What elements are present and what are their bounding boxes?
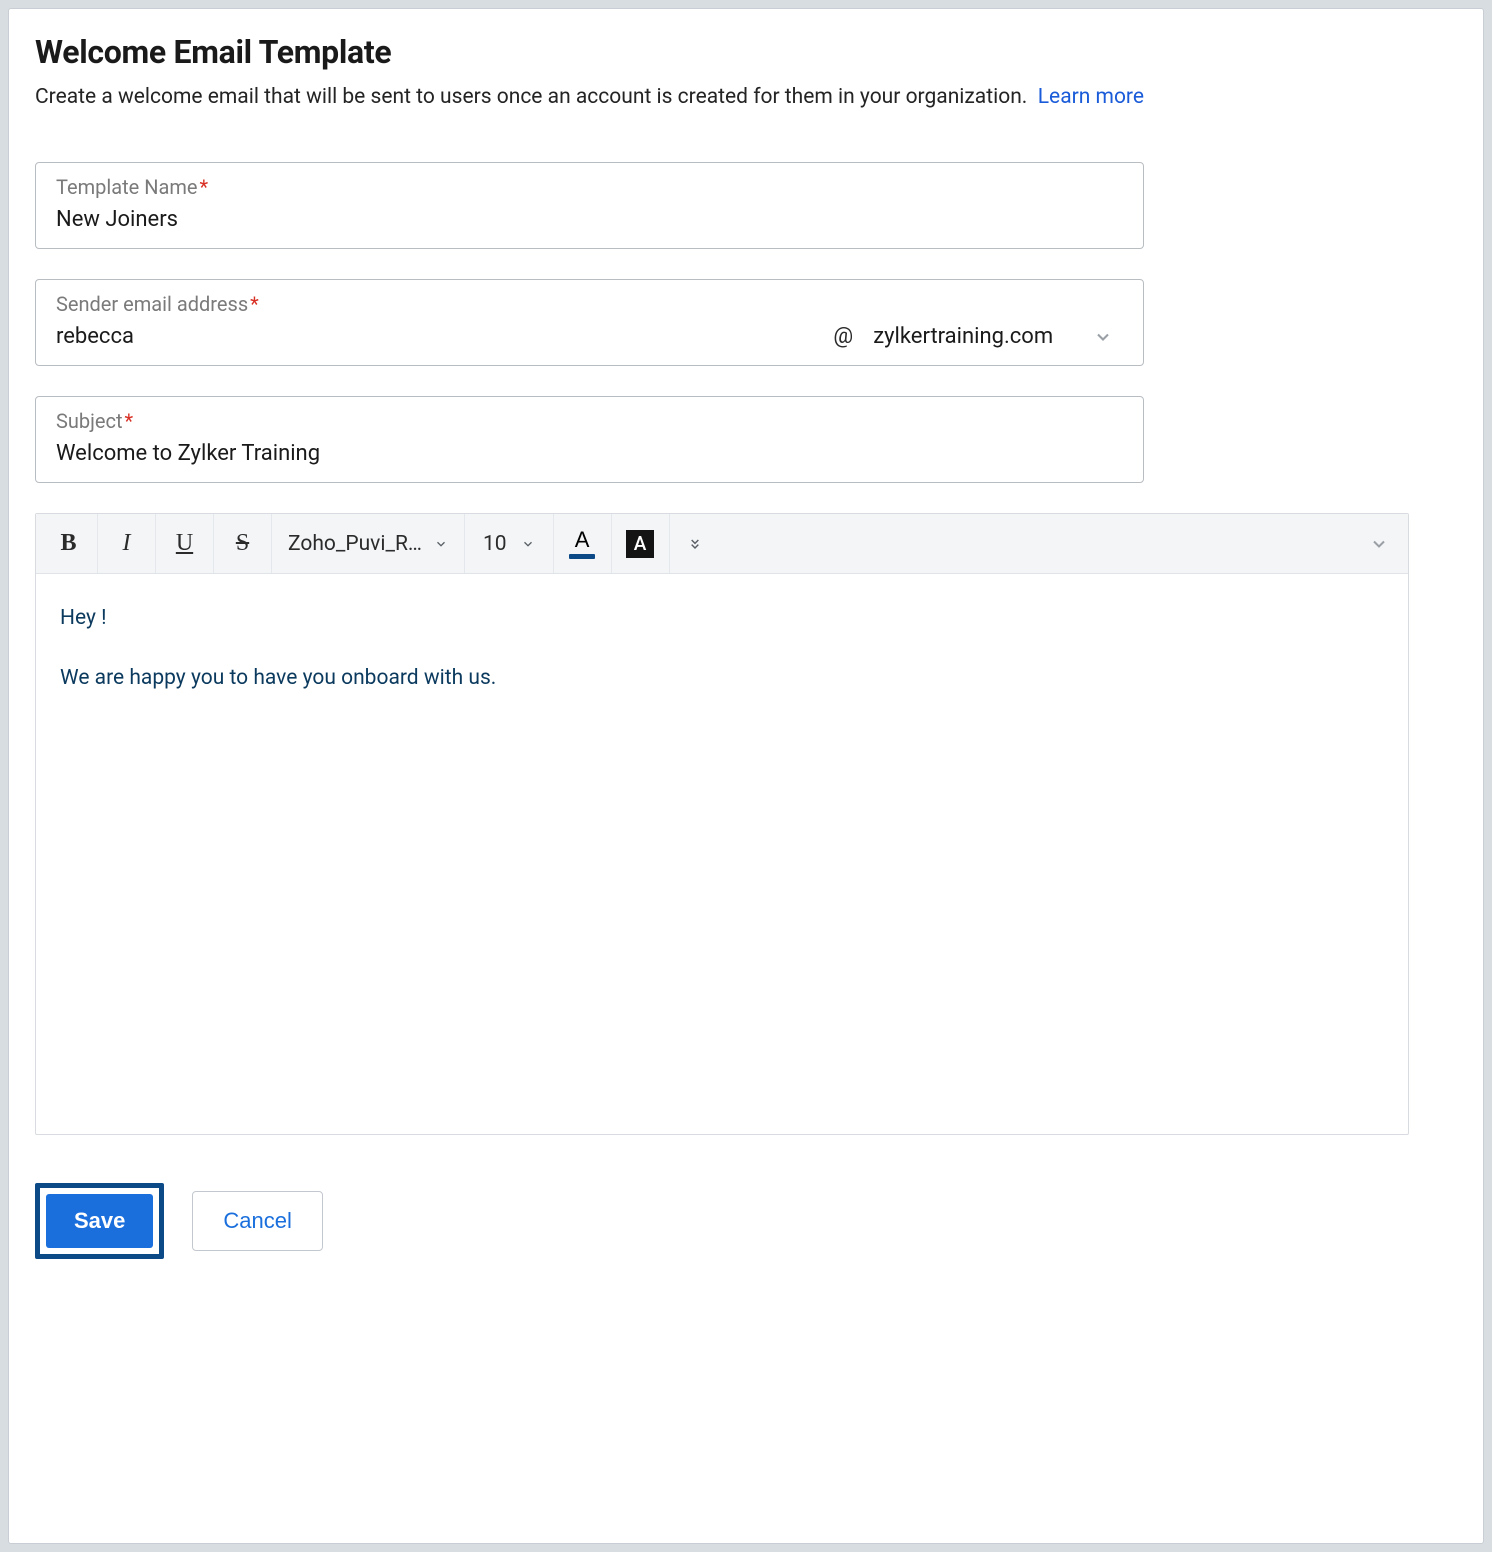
subject-field[interactable]: Subject*: [35, 396, 1144, 483]
page-description: Create a welcome email that will be sent…: [35, 83, 1483, 112]
editor-body[interactable]: Hey ! We are happy you to have you onboa…: [36, 574, 1408, 1134]
description-text: Create a welcome email that will be sent…: [35, 85, 1027, 109]
sender-domain-value: zylkertraining.com: [873, 324, 1053, 349]
editor-line: Hey !: [60, 602, 1384, 636]
underline-button[interactable]: U: [156, 514, 214, 573]
bg-color-icon: A: [626, 530, 654, 558]
font-family-value: Zoho_Puvi_R…: [288, 532, 422, 556]
template-name-input[interactable]: [56, 205, 1123, 234]
text-color-swatch: [569, 554, 595, 559]
learn-more-link[interactable]: Learn more: [1038, 85, 1144, 109]
page-title: Welcome Email Template: [35, 33, 1483, 71]
font-size-value: 10: [483, 532, 507, 556]
at-sign: @: [833, 324, 853, 349]
required-mark: *: [199, 175, 208, 199]
save-button[interactable]: Save: [46, 1194, 153, 1248]
rich-text-editor: B I U S Zoho_Puvi_R… 10 A: [35, 513, 1409, 1135]
sender-local-input[interactable]: [56, 322, 813, 351]
strikethrough-button[interactable]: S: [214, 514, 272, 573]
text-color-button[interactable]: A: [554, 514, 612, 573]
subject-input[interactable]: [56, 439, 1123, 468]
editor-line: We are happy you to have you onboard wit…: [60, 662, 1384, 696]
sender-email-field[interactable]: Sender email address* @ zylkertraining.c…: [35, 279, 1144, 366]
font-family-picker[interactable]: Zoho_Puvi_R…: [272, 514, 465, 573]
save-button-highlight: Save: [35, 1183, 164, 1259]
text-color-icon: A: [575, 529, 590, 551]
page-container: Welcome Email Template Create a welcome …: [8, 8, 1484, 1544]
chevron-down-icon: [1093, 327, 1113, 347]
subject-label: Subject*: [56, 409, 133, 433]
cancel-button[interactable]: Cancel: [192, 1191, 322, 1251]
bold-button[interactable]: B: [40, 514, 98, 573]
button-row: Save Cancel: [35, 1183, 1457, 1259]
editor-toolbar: B I U S Zoho_Puvi_R… 10 A: [36, 514, 1408, 574]
chevron-down-icon: [434, 537, 448, 551]
sender-email-label: Sender email address*: [56, 292, 259, 316]
italic-button[interactable]: I: [98, 514, 156, 573]
font-size-picker[interactable]: 10: [465, 514, 554, 573]
toolbar-expand-button[interactable]: [1354, 514, 1404, 573]
template-name-field[interactable]: Template Name*: [35, 162, 1144, 249]
sender-domain-select[interactable]: zylkertraining.com: [873, 324, 1123, 349]
more-tools-button[interactable]: [670, 514, 720, 573]
required-mark: *: [250, 292, 259, 316]
form-area: Template Name* Sender email address* @ z…: [35, 162, 1483, 1259]
template-name-label: Template Name*: [56, 175, 208, 199]
chevron-down-icon: [521, 537, 535, 551]
bg-color-button[interactable]: A: [612, 514, 670, 573]
required-mark: *: [125, 409, 134, 433]
